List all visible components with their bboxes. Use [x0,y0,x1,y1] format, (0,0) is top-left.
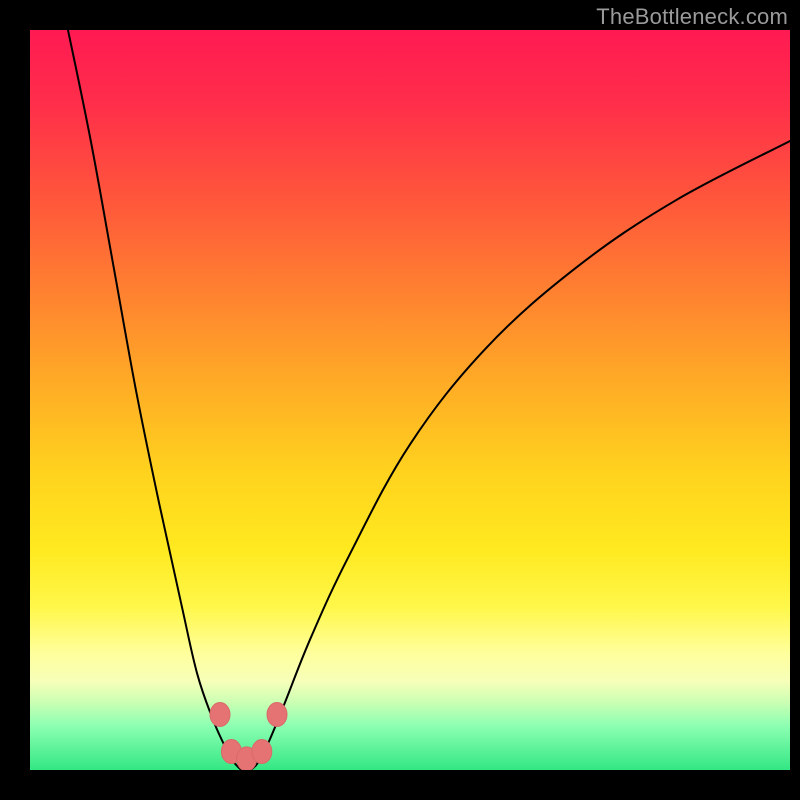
curve-right-arm [250,141,790,770]
curve-left-arm [68,30,241,770]
watermark-text: TheBottleneck.com [596,4,788,30]
plot-area [30,30,790,770]
markers-group [210,703,287,771]
curve-marker [210,703,230,727]
curve-marker [267,703,287,727]
curve-marker [252,740,272,764]
curves-svg [30,30,790,770]
chart-stage: TheBottleneck.com [0,0,800,800]
